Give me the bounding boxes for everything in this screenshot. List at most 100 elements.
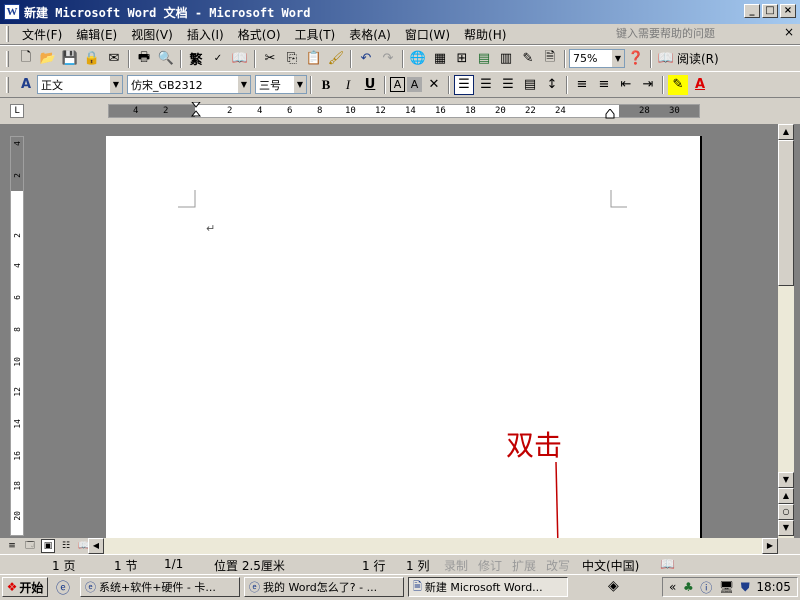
horizontal-ruler[interactable]: 4 2 2 4 6 8 10 12 14 16 18 20 22 24 28 3…: [108, 102, 700, 120]
network-icon[interactable]: ♣: [683, 580, 694, 594]
scroll-left-button[interactable]: ◀: [88, 538, 104, 554]
taskbar-item[interactable]: ⓔ 系统+软件+硬件 - 卡...: [80, 577, 240, 597]
help-icon[interactable]: ❓: [626, 49, 646, 69]
help-question-input[interactable]: 键入需要帮助的问题: [614, 26, 778, 42]
maximize-button[interactable]: □: [762, 4, 778, 18]
document-page[interactable]: [106, 136, 702, 538]
normal-view-icon[interactable]: ≡: [5, 539, 19, 553]
email-icon[interactable]: ✉: [104, 49, 124, 69]
read-button[interactable]: 阅读(R): [677, 50, 719, 67]
clock[interactable]: 18:05: [756, 580, 791, 594]
taskbar-item[interactable]: ⓔ 我的 Word怎么了? - ...: [244, 577, 404, 597]
columns-icon[interactable]: ▥: [496, 49, 516, 69]
chevron-down-icon[interactable]: ▼: [110, 76, 122, 93]
vertical-ruler[interactable]: 4 2 2 4 6 8 10 12 14 16 18 20: [10, 136, 24, 536]
minimize-button[interactable]: _: [744, 4, 760, 18]
cut-icon[interactable]: ✂: [260, 49, 280, 69]
menu-view[interactable]: 视图(V): [124, 26, 180, 43]
insert-excel-icon[interactable]: ▤: [474, 49, 494, 69]
permission-icon[interactable]: 🔒: [82, 49, 102, 69]
menu-tools[interactable]: 工具(T): [288, 26, 343, 43]
print-icon[interactable]: 🖶: [134, 49, 154, 69]
indent-marker[interactable]: [191, 102, 201, 120]
font-color-icon[interactable]: A: [690, 75, 710, 95]
taskbar-item-active[interactable]: 🗎 新建 Microsoft Word...: [408, 577, 568, 597]
scroll-right-button[interactable]: ▶: [762, 538, 778, 554]
tab-selector[interactable]: L: [10, 104, 24, 118]
print-view-icon[interactable]: ▣: [41, 539, 55, 553]
char-scale-icon[interactable]: ✕: [424, 75, 444, 95]
italic-button[interactable]: I: [338, 75, 358, 95]
document-close-button[interactable]: ×: [784, 25, 794, 39]
shield-icon[interactable]: ⛊: [741, 580, 750, 595]
style-select[interactable]: 正文 ▼: [37, 75, 123, 94]
tray-expand-icon[interactable]: «: [669, 580, 676, 594]
increase-indent-icon[interactable]: ⇥: [638, 75, 658, 95]
monitor-icon[interactable]: 🖥: [719, 580, 734, 594]
menu-insert[interactable]: 插入(I): [180, 26, 231, 43]
document-map-icon[interactable]: 🗎: [540, 49, 560, 69]
chevron-down-icon[interactable]: ▼: [612, 50, 624, 67]
distributed-icon[interactable]: ▤: [520, 75, 540, 95]
zoom-select[interactable]: 75% ▼: [569, 49, 625, 68]
close-button[interactable]: ×: [780, 4, 796, 18]
vertical-scrollbar[interactable]: ▲ ▼ ▲ ○ ▼: [778, 124, 794, 538]
status-ext[interactable]: 扩展: [512, 557, 536, 574]
tables-borders-icon[interactable]: ▦: [430, 49, 450, 69]
browse-object-icon[interactable]: ○: [778, 504, 794, 520]
hyperlink-icon[interactable]: 🌐: [408, 49, 428, 69]
char-shading-icon[interactable]: A: [407, 77, 422, 92]
redo-icon[interactable]: ↷: [378, 49, 398, 69]
menu-window[interactable]: 窗口(W): [398, 26, 457, 43]
outline-view-icon[interactable]: ☷: [59, 539, 73, 553]
align-center-icon[interactable]: ☰: [476, 75, 496, 95]
menu-help[interactable]: 帮助(H): [457, 26, 513, 43]
format-painter-icon[interactable]: 🖌: [326, 49, 346, 69]
align-right-icon[interactable]: ☰: [498, 75, 518, 95]
new-document-icon[interactable]: 🗋: [16, 49, 36, 69]
spelling-icon[interactable]: ✓: [208, 49, 228, 69]
styles-formatting-icon[interactable]: A: [16, 75, 36, 95]
paste-icon[interactable]: 📋: [304, 49, 324, 69]
numbering-icon[interactable]: ≡: [572, 75, 592, 95]
read-icon[interactable]: 📖: [656, 49, 676, 69]
font-select[interactable]: 仿宋_GB2312 ▼: [127, 75, 251, 94]
open-folder-icon[interactable]: 📂: [38, 49, 58, 69]
save-icon[interactable]: 💾: [60, 49, 80, 69]
menubar-grip[interactable]: [6, 26, 9, 42]
menu-table[interactable]: 表格(A): [342, 26, 398, 43]
ie-quicklaunch-icon[interactable]: ⓔ: [56, 578, 74, 597]
right-indent-marker[interactable]: [605, 109, 615, 119]
copy-icon[interactable]: ⎘: [282, 49, 302, 69]
decrease-indent-icon[interactable]: ⇤: [616, 75, 636, 95]
scroll-thumb[interactable]: [778, 140, 794, 286]
web-view-icon[interactable]: 🗔: [23, 539, 37, 553]
horizontal-scroll-track[interactable]: [104, 538, 762, 554]
start-button[interactable]: ❖ 开始: [2, 577, 48, 597]
status-ovr[interactable]: 改写: [546, 557, 570, 574]
underline-button[interactable]: U: [360, 75, 380, 95]
status-rec[interactable]: 录制: [444, 557, 468, 574]
title-bar[interactable]: W 新建 Microsoft Word 文档 - Microsoft Word …: [0, 0, 800, 24]
previous-page-icon[interactable]: ▲: [778, 488, 794, 504]
menu-format[interactable]: 格式(O): [231, 26, 288, 43]
highlight-icon[interactable]: ✎: [668, 74, 688, 95]
bold-button[interactable]: B: [316, 75, 336, 95]
menu-edit[interactable]: 编辑(E): [69, 26, 124, 43]
drawing-icon[interactable]: ✎: [518, 49, 538, 69]
line-spacing-icon[interactable]: ↕: [542, 75, 562, 95]
chevron-down-icon[interactable]: ▼: [294, 76, 306, 93]
chevron-down-icon[interactable]: ▼: [238, 76, 250, 93]
undo-icon[interactable]: ↶: [356, 49, 376, 69]
align-justify-icon[interactable]: ☰: [454, 74, 474, 95]
bullets-icon[interactable]: ≡: [594, 75, 614, 95]
scroll-down-button[interactable]: ▼: [778, 472, 794, 488]
research-icon[interactable]: 📖: [230, 49, 250, 69]
char-border-icon[interactable]: A: [390, 77, 405, 92]
info-icon[interactable]: ⓘ: [700, 579, 712, 596]
status-trk[interactable]: 修订: [478, 557, 502, 574]
language-bar-icon[interactable]: ◈: [608, 578, 619, 594]
word-app-icon[interactable]: W: [4, 4, 20, 20]
traditional-chinese-icon[interactable]: 繁: [186, 49, 206, 69]
toolbar-grip[interactable]: [6, 50, 9, 67]
